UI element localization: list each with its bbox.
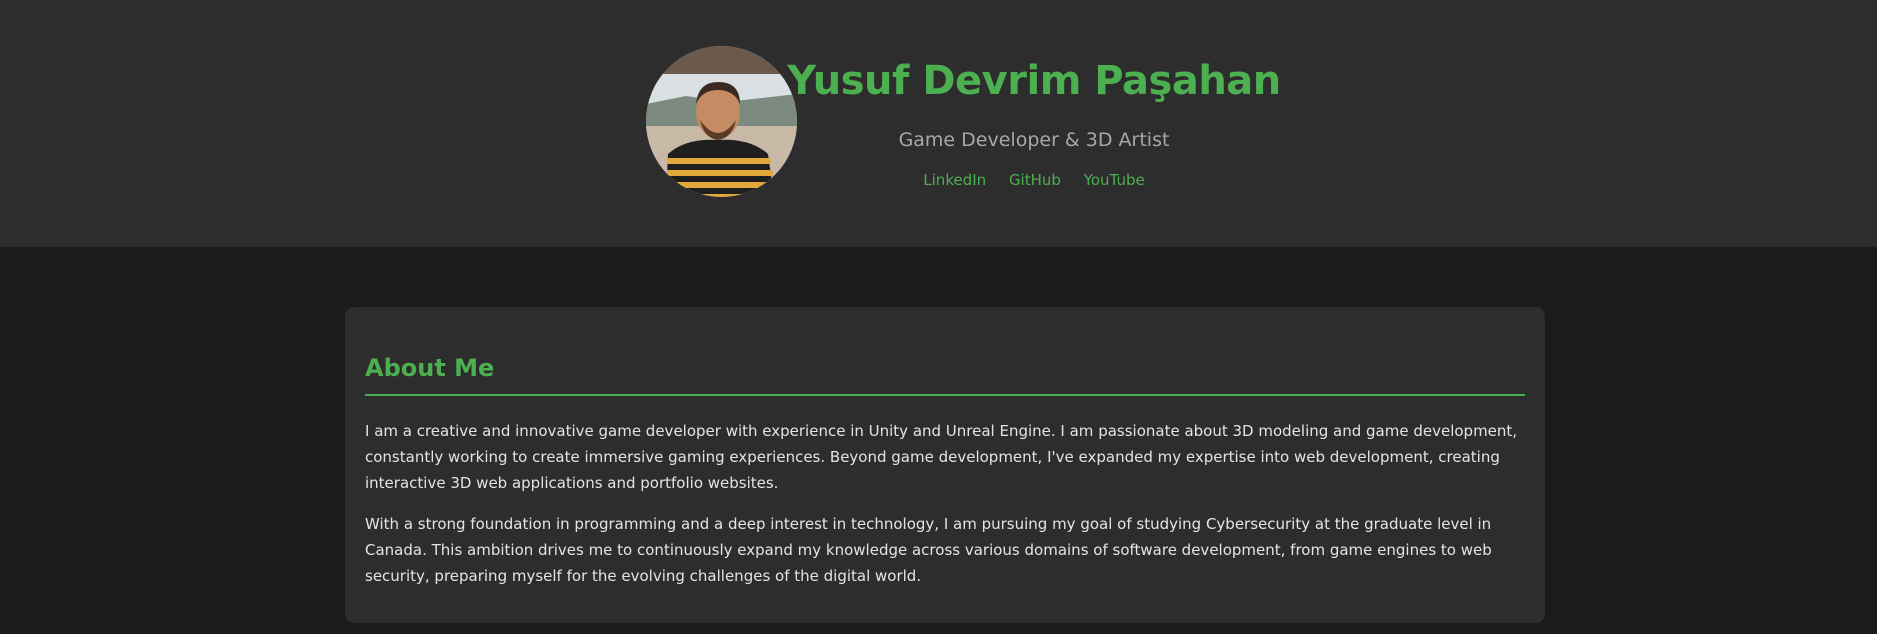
heading-divider (365, 394, 1525, 396)
youtube-link[interactable]: YouTube (1084, 171, 1145, 189)
github-link[interactable]: GitHub (1009, 171, 1061, 189)
about-paragraph-1: I am a creative and innovative game deve… (365, 422, 1518, 492)
profile-name: Yusuf Devrim Paşahan (787, 58, 1281, 104)
linkedin-link[interactable]: LinkedIn (923, 171, 986, 189)
about-paragraph-2: With a strong foundation in programming … (365, 515, 1492, 585)
profile-tagline: Game Developer & 3D Artist (898, 129, 1170, 151)
profile-header: Yusuf Devrim Paşahan Game Developer & 3D… (0, 0, 1877, 247)
about-heading: About Me (365, 354, 495, 382)
about-section: About Me I am a creative and innovative … (345, 307, 1545, 623)
social-links: LinkedIn GitHub YouTube (720, 171, 1348, 189)
